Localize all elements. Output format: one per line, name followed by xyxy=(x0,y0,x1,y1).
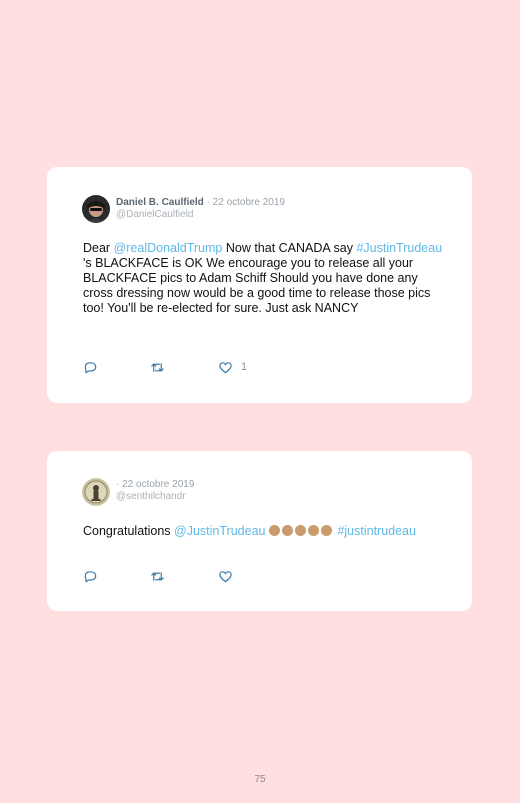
author-handle[interactable]: @senthilchandr xyxy=(116,491,194,503)
reply-button[interactable] xyxy=(83,359,98,375)
tweet-actions: 1 xyxy=(83,359,283,375)
tweet-text: Dear @realDonaldTrump Now that CANADA sa… xyxy=(83,241,448,316)
retweet-button[interactable] xyxy=(150,359,165,375)
clapping-hands-icon xyxy=(268,525,280,536)
reply-icon xyxy=(84,361,97,373)
avatar[interactable] xyxy=(82,195,110,223)
tweet-text: Congratulations @JustinTrudeau #justintr… xyxy=(83,524,448,539)
text-segment: Dear xyxy=(83,241,114,255)
tweet-actions xyxy=(83,568,283,584)
clapping-hands-icon xyxy=(320,525,332,536)
text-segment: Now that CANADA say xyxy=(222,241,357,255)
like-button[interactable]: 1 xyxy=(218,359,247,375)
tweet-date[interactable]: · 22 octobre 2019 xyxy=(116,479,194,490)
author-name[interactable]: Daniel B. Caulfield xyxy=(116,197,204,208)
tweet-header: Daniel B. Caulfield · 22 octobre 2019 @D… xyxy=(116,197,285,221)
clapping-hands-emoji-row xyxy=(268,524,334,538)
mention-link[interactable]: @JustinTrudeau xyxy=(174,524,265,538)
tweet-card: Daniel B. Caulfield · 22 octobre 2019 @D… xyxy=(47,167,472,403)
text-segment: 's BLACKFACE is OK We encourage you to r… xyxy=(83,256,431,315)
avatar[interactable] xyxy=(82,478,110,506)
mention-link[interactable]: @realDonaldTrump xyxy=(114,241,223,255)
clapping-hands-icon xyxy=(294,525,306,536)
retweet-icon xyxy=(151,571,164,581)
tweet-card: · 22 octobre 2019 @senthilchandr Congrat… xyxy=(47,451,472,611)
hashtag-link[interactable]: #JustinTrudeau xyxy=(356,241,442,255)
tweet-date[interactable]: · 22 octobre 2019 xyxy=(207,197,285,208)
hashtag-link[interactable]: #justintrudeau xyxy=(337,524,416,538)
heart-icon xyxy=(219,361,232,373)
clapping-hands-icon xyxy=(307,525,319,536)
heart-icon xyxy=(219,570,232,582)
text-segment: Congratulations xyxy=(83,524,175,538)
retweet-icon xyxy=(151,362,164,372)
retweet-button[interactable] xyxy=(150,568,165,584)
tweet-header: · 22 octobre 2019 @senthilchandr xyxy=(116,479,194,503)
page-number: 75 xyxy=(254,774,266,785)
like-count: 1 xyxy=(241,361,248,373)
reply-icon xyxy=(84,570,97,582)
like-button[interactable] xyxy=(218,568,233,584)
clapping-hands-icon xyxy=(281,525,293,536)
author-handle[interactable]: @DanielCaulfield xyxy=(116,209,285,221)
reply-button[interactable] xyxy=(83,568,98,584)
